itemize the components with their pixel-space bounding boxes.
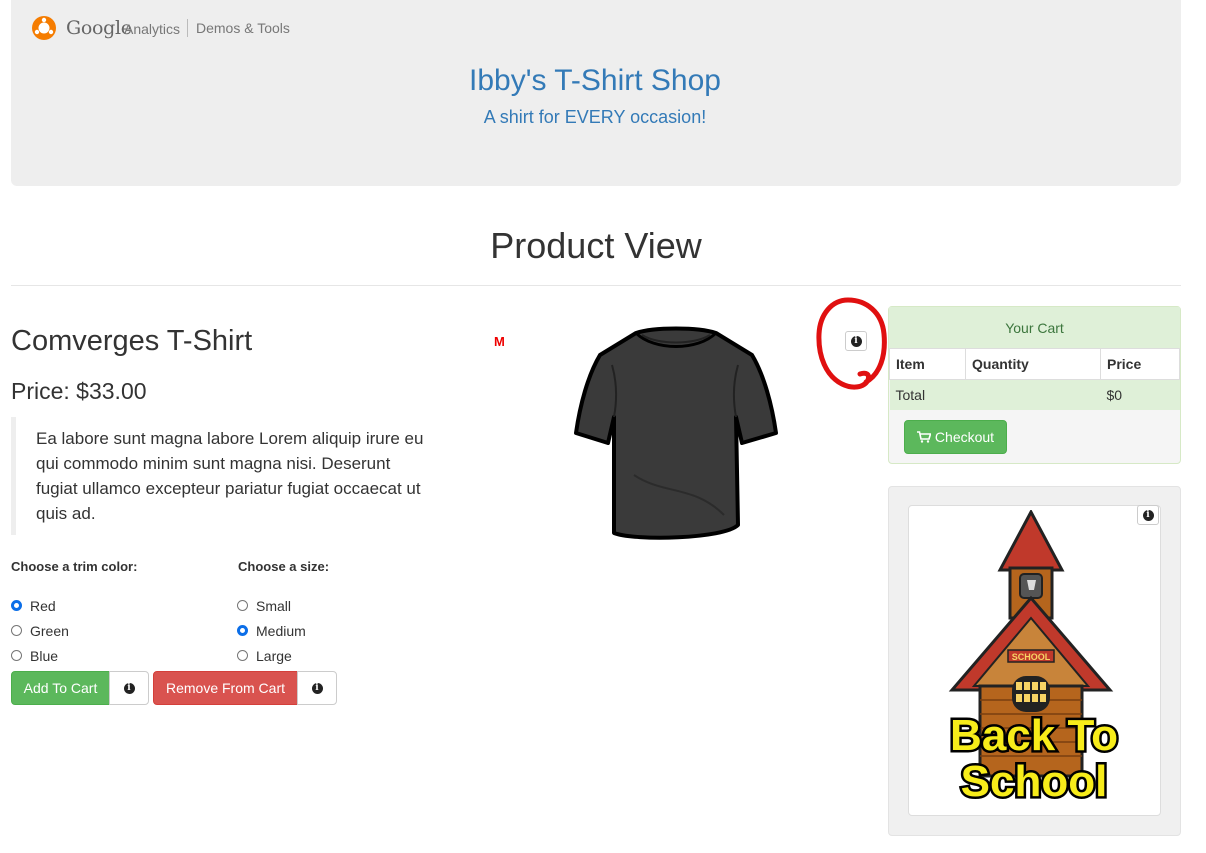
promo-line-1: Back To	[950, 711, 1118, 760]
trim-color-label: Choose a trim color:	[11, 559, 138, 574]
radio-button[interactable]	[237, 625, 248, 636]
cart-total-row: Total $0	[889, 379, 1180, 410]
cart-table: Item Quantity Price Total $0	[889, 348, 1180, 410]
column-header: Price	[1100, 348, 1180, 380]
checkout-button[interactable]: Checkout	[904, 420, 1007, 454]
trim-option-red[interactable]: Red	[11, 593, 69, 618]
size-badge: M	[494, 334, 505, 349]
radio-button[interactable]	[11, 625, 22, 636]
remove-from-cart-info-button[interactable]: i	[297, 671, 337, 705]
brand-divider	[187, 19, 188, 37]
promo-line-2: School	[961, 757, 1108, 806]
brand-analytics[interactable]: Analytics	[124, 21, 180, 37]
total-value: $0	[1100, 379, 1180, 410]
radio-button[interactable]	[11, 600, 22, 611]
radio-label: Large	[256, 647, 292, 664]
cart-icon	[916, 431, 931, 443]
size-option-large[interactable]: Large	[237, 643, 306, 668]
shop-subtitle: A shirt for EVERY occasion!	[483, 107, 707, 127]
size-group: Small Medium Large	[237, 593, 306, 668]
size-label: Choose a size:	[238, 559, 330, 574]
radio-label: Small	[256, 597, 292, 614]
radio-label: Red	[30, 597, 56, 614]
trim-color-group: Red Green Blue	[11, 593, 69, 668]
school-image: SCHOOL Back To School	[948, 510, 1120, 809]
annotation-circle	[816, 297, 887, 390]
add-to-cart-info-button[interactable]: i	[109, 671, 149, 705]
page-title: Product View	[490, 225, 702, 266]
product-price: Price: $33.00	[11, 378, 147, 404]
radio-button[interactable]	[237, 650, 248, 661]
radio-button[interactable]	[237, 600, 248, 611]
cart-title: Your Cart	[889, 307, 1180, 348]
checkout-label: Checkout	[934, 429, 995, 445]
radio-label: Medium	[256, 622, 306, 639]
product-name: Comverges T-Shirt	[11, 325, 253, 357]
size-option-small[interactable]: Small	[237, 593, 306, 618]
divider	[11, 285, 1181, 286]
school-sign: SCHOOL	[1012, 652, 1051, 662]
product-description: Ea labore sunt magna labore Lorem aliqui…	[36, 429, 424, 523]
trim-option-blue[interactable]: Blue	[11, 643, 69, 668]
radio-label: Blue	[30, 647, 59, 664]
radio-label: Green	[30, 622, 69, 639]
column-header: Item	[889, 348, 966, 380]
tshirt-image	[574, 326, 778, 540]
column-header: Quantity	[965, 348, 1101, 380]
info-icon: i	[123, 682, 135, 694]
remove-from-cart-button[interactable]: Remove From Cart	[153, 671, 298, 705]
analytics-logo-icon[interactable]	[31, 15, 57, 41]
brand-google[interactable]: Google	[66, 17, 132, 39]
trim-option-green[interactable]: Green	[11, 618, 69, 643]
add-to-cart-button[interactable]: Add To Cart	[11, 671, 110, 705]
size-option-medium[interactable]: Medium	[237, 618, 306, 643]
info-icon: i	[311, 682, 323, 694]
shop-title: Ibby's T-Shirt Shop	[469, 64, 721, 97]
radio-button[interactable]	[11, 650, 22, 661]
total-label: Total	[889, 379, 966, 410]
brand-section-link[interactable]: Demos & Tools	[196, 20, 290, 36]
total-spacer	[965, 379, 1101, 410]
cart-header-row: Item Quantity Price	[889, 348, 1180, 380]
